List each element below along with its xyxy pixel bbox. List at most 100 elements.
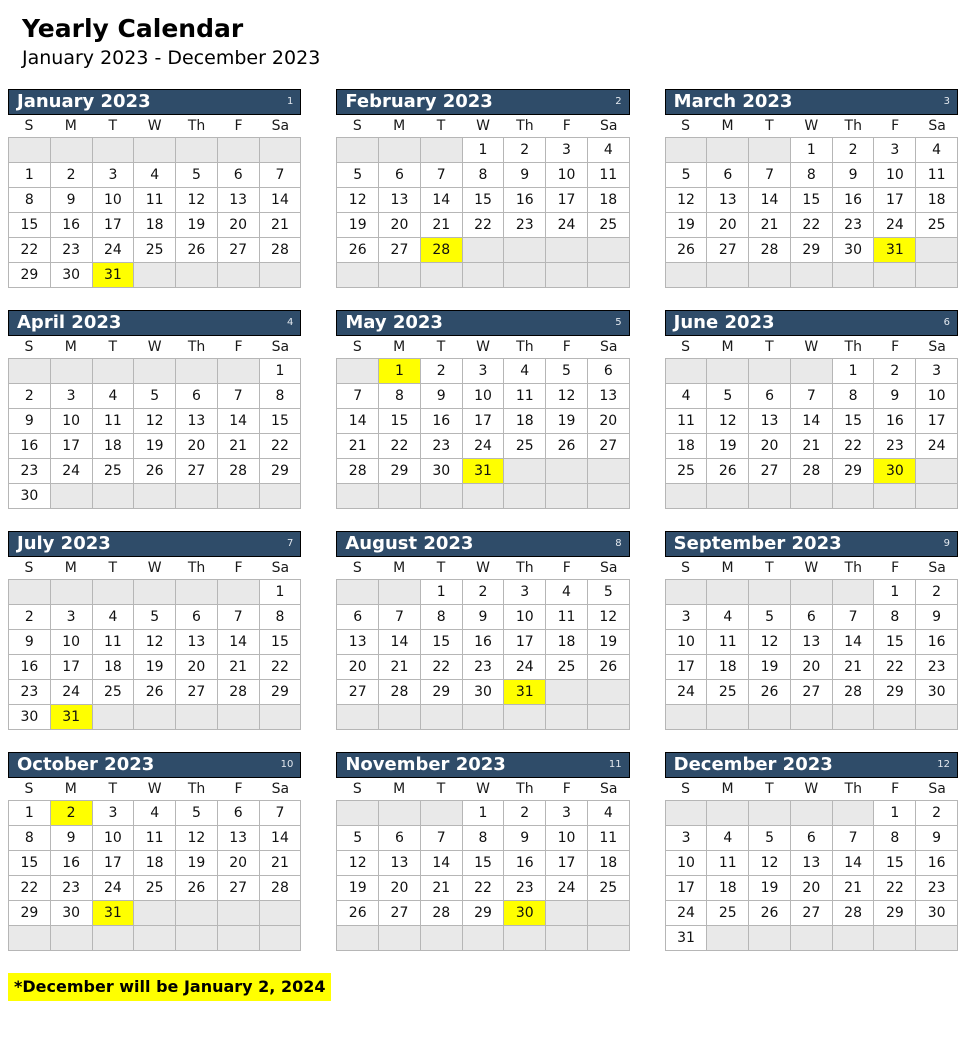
- day-cell[interactable]: 2: [916, 801, 958, 826]
- day-cell[interactable]: 29: [462, 901, 505, 926]
- day-cell[interactable]: 14: [832, 630, 875, 655]
- day-cell[interactable]: 29: [259, 680, 302, 705]
- day-cell[interactable]: 22: [462, 876, 505, 901]
- day-cell[interactable]: 29: [259, 459, 302, 484]
- day-cell[interactable]: 18: [707, 655, 750, 680]
- day-cell[interactable]: 22: [259, 434, 302, 459]
- day-cell[interactable]: 22: [9, 238, 51, 263]
- day-cell[interactable]: 2: [504, 801, 547, 826]
- day-cell[interactable]: 12: [749, 630, 791, 655]
- day-cell[interactable]: 12: [546, 384, 588, 409]
- day-cell[interactable]: 12: [176, 826, 218, 851]
- day-cell[interactable]: 29: [420, 680, 463, 705]
- day-cell[interactable]: 26: [337, 238, 380, 263]
- day-cell[interactable]: 6: [217, 801, 260, 826]
- day-cell[interactable]: 22: [259, 655, 302, 680]
- day-cell[interactable]: 21: [420, 876, 463, 901]
- day-cell[interactable]: 1: [9, 163, 51, 188]
- day-cell[interactable]: 23: [874, 434, 917, 459]
- day-cell[interactable]: 6: [587, 359, 630, 384]
- day-cell[interactable]: 14: [259, 826, 302, 851]
- day-cell[interactable]: 12: [707, 409, 750, 434]
- day-cell[interactable]: 8: [874, 826, 917, 851]
- day-cell[interactable]: 2: [9, 605, 51, 630]
- day-cell[interactable]: 28: [259, 876, 302, 901]
- day-cell-highlighted[interactable]: 31: [92, 263, 135, 288]
- day-cell[interactable]: 16: [504, 188, 547, 213]
- day-cell[interactable]: 23: [504, 876, 547, 901]
- month-header[interactable]: December 2023 12: [664, 752, 958, 778]
- day-cell[interactable]: 24: [916, 434, 958, 459]
- day-cell[interactable]: 26: [546, 434, 588, 459]
- day-cell[interactable]: 27: [790, 680, 833, 705]
- day-cell[interactable]: 6: [176, 605, 218, 630]
- day-cell[interactable]: 13: [790, 851, 833, 876]
- day-cell[interactable]: 15: [832, 409, 875, 434]
- day-cell[interactable]: 7: [217, 605, 260, 630]
- day-cell[interactable]: 5: [707, 384, 750, 409]
- day-cell[interactable]: 3: [546, 138, 588, 163]
- day-cell[interactable]: 17: [546, 188, 588, 213]
- day-cell[interactable]: 26: [134, 459, 177, 484]
- day-cell[interactable]: 9: [9, 409, 51, 434]
- day-cell[interactable]: 11: [92, 409, 135, 434]
- day-cell[interactable]: 14: [379, 630, 421, 655]
- day-cell[interactable]: 14: [832, 851, 875, 876]
- day-cell[interactable]: 27: [176, 680, 218, 705]
- day-cell[interactable]: 9: [504, 163, 547, 188]
- day-cell[interactable]: 4: [504, 359, 547, 384]
- day-cell[interactable]: 3: [462, 359, 505, 384]
- month-header[interactable]: October 2023 10: [8, 752, 302, 778]
- day-cell[interactable]: 4: [587, 801, 630, 826]
- day-cell[interactable]: 18: [587, 851, 630, 876]
- day-cell[interactable]: 16: [9, 434, 51, 459]
- day-cell[interactable]: 5: [134, 384, 177, 409]
- day-cell[interactable]: 16: [832, 188, 875, 213]
- day-cell[interactable]: 4: [134, 163, 177, 188]
- day-cell-highlighted[interactable]: 28: [420, 238, 463, 263]
- day-cell[interactable]: 27: [379, 901, 421, 926]
- day-cell[interactable]: 15: [9, 213, 51, 238]
- day-cell[interactable]: 6: [790, 605, 833, 630]
- day-cell[interactable]: 25: [504, 434, 547, 459]
- day-cell[interactable]: 20: [790, 655, 833, 680]
- day-cell[interactable]: 10: [665, 630, 708, 655]
- day-cell[interactable]: 7: [749, 163, 791, 188]
- day-cell[interactable]: 5: [749, 826, 791, 851]
- month-header[interactable]: May 2023 5: [336, 310, 630, 336]
- day-cell[interactable]: 18: [134, 213, 177, 238]
- day-cell[interactable]: 23: [9, 459, 51, 484]
- day-cell[interactable]: 9: [9, 630, 51, 655]
- day-cell[interactable]: 29: [874, 680, 917, 705]
- day-cell[interactable]: 23: [50, 876, 93, 901]
- day-cell[interactable]: 2: [420, 359, 463, 384]
- day-cell[interactable]: 9: [916, 826, 958, 851]
- day-cell[interactable]: 5: [337, 163, 380, 188]
- day-cell[interactable]: 16: [874, 409, 917, 434]
- day-cell[interactable]: 1: [462, 138, 505, 163]
- day-cell-highlighted[interactable]: 31: [874, 238, 917, 263]
- day-cell[interactable]: 8: [790, 163, 833, 188]
- day-cell[interactable]: 24: [92, 876, 135, 901]
- day-cell[interactable]: 10: [665, 851, 708, 876]
- day-cell[interactable]: 27: [749, 459, 791, 484]
- day-cell[interactable]: 11: [134, 188, 177, 213]
- day-cell[interactable]: 25: [546, 655, 588, 680]
- day-cell[interactable]: 23: [420, 434, 463, 459]
- day-cell[interactable]: 14: [217, 630, 260, 655]
- day-cell[interactable]: 26: [337, 901, 380, 926]
- day-cell[interactable]: 25: [92, 459, 135, 484]
- day-cell[interactable]: 24: [50, 459, 93, 484]
- day-cell[interactable]: 10: [874, 163, 917, 188]
- day-cell[interactable]: 12: [176, 188, 218, 213]
- month-header[interactable]: August 2023 8: [336, 531, 630, 557]
- day-cell[interactable]: 19: [707, 434, 750, 459]
- day-cell[interactable]: 6: [379, 826, 421, 851]
- day-cell[interactable]: 12: [749, 851, 791, 876]
- day-cell[interactable]: 25: [134, 238, 177, 263]
- day-cell[interactable]: 24: [874, 213, 917, 238]
- day-cell[interactable]: 13: [379, 188, 421, 213]
- day-cell[interactable]: 25: [134, 876, 177, 901]
- day-cell[interactable]: 21: [749, 213, 791, 238]
- day-cell[interactable]: 2: [832, 138, 875, 163]
